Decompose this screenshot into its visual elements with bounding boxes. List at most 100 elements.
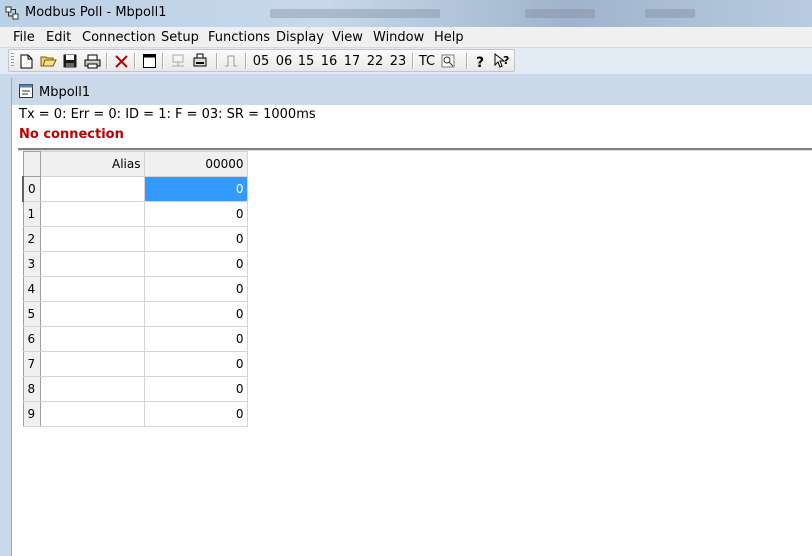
function-code-22-button[interactable]: 22 bbox=[366, 52, 384, 70]
document-icon bbox=[19, 84, 33, 98]
open-folder-icon[interactable] bbox=[39, 52, 57, 70]
register-value-cell[interactable]: 0 bbox=[144, 226, 248, 252]
help-icon[interactable]: ? bbox=[472, 52, 488, 70]
function-code-17-button[interactable]: 17 bbox=[343, 52, 361, 70]
toolbar-separator bbox=[134, 53, 136, 69]
grid-row: 0 0 bbox=[22, 176, 248, 202]
test-center-icon[interactable] bbox=[439, 52, 457, 70]
alias-cell[interactable] bbox=[40, 251, 145, 277]
row-index-header[interactable]: 1 bbox=[22, 201, 41, 227]
mdi-child-window: Mbpoll1 Tx = 0: Err = 0: ID = 1: F = 03:… bbox=[11, 78, 812, 556]
window-title: Modbus Poll - Mbpoll1 bbox=[25, 5, 167, 20]
grid-header-row: Alias 00000 bbox=[22, 151, 248, 177]
menu-file[interactable]: File bbox=[13, 30, 35, 45]
disconnect-icon[interactable] bbox=[113, 52, 129, 70]
row-index-header[interactable]: 5 bbox=[22, 301, 41, 327]
register-value-cell[interactable]: 0 bbox=[144, 276, 248, 302]
toolbar-separator bbox=[216, 53, 218, 69]
alias-cell[interactable] bbox=[40, 276, 145, 302]
function-code-16-button[interactable]: 16 bbox=[320, 52, 338, 70]
alias-cell[interactable] bbox=[40, 301, 145, 327]
register-value-cell[interactable]: 0 bbox=[144, 401, 248, 427]
grid-row: 7 0 bbox=[22, 351, 248, 377]
svg-text:?: ? bbox=[476, 55, 484, 69]
row-index-header[interactable]: 2 bbox=[22, 226, 41, 252]
alias-cell[interactable] bbox=[40, 201, 145, 227]
function-code-15-button[interactable]: 15 bbox=[297, 52, 315, 70]
menu-window[interactable]: Window bbox=[373, 30, 424, 45]
poll-status-line: Tx = 0: Err = 0: ID = 1: F = 03: SR = 10… bbox=[19, 107, 316, 122]
register-value-cell[interactable]: 0 bbox=[144, 176, 248, 202]
toolbar-strip: 05 06 15 16 17 22 23 TC ? ? bbox=[8, 49, 515, 72]
grid-row: 9 0 bbox=[22, 401, 248, 427]
register-grid: Alias 00000 0 0 1 0 2 0 3 0 4 0 5 0 6 0 … bbox=[22, 151, 248, 427]
blurred-background-text bbox=[525, 9, 595, 18]
toolbar-grip[interactable] bbox=[11, 53, 14, 68]
row-index-header[interactable]: 9 bbox=[22, 401, 41, 427]
row-index-header[interactable]: 0 bbox=[22, 176, 41, 202]
alias-cell[interactable] bbox=[40, 351, 145, 377]
menu-functions[interactable]: Functions bbox=[208, 30, 270, 45]
context-help-icon[interactable]: ? bbox=[493, 52, 511, 70]
grid-row: 8 0 bbox=[22, 376, 248, 402]
register-value-cell[interactable]: 0 bbox=[144, 251, 248, 277]
function-code-23-button[interactable]: 23 bbox=[389, 52, 407, 70]
register-value-cell[interactable]: 0 bbox=[144, 301, 248, 327]
app-icon bbox=[5, 6, 19, 20]
alias-cell[interactable] bbox=[40, 326, 145, 352]
alias-column-header[interactable]: Alias bbox=[40, 151, 145, 177]
menu-edit[interactable]: Edit bbox=[46, 30, 71, 45]
toolbar-separator bbox=[245, 53, 247, 69]
menu-help[interactable]: Help bbox=[434, 30, 464, 45]
grid-row: 1 0 bbox=[22, 201, 248, 227]
register-value-cell[interactable]: 0 bbox=[144, 201, 248, 227]
svg-text:?: ? bbox=[503, 54, 509, 67]
row-index-header[interactable]: 8 bbox=[22, 376, 41, 402]
function-code-06-button[interactable]: 06 bbox=[275, 52, 293, 70]
grid-row: 3 0 bbox=[22, 251, 248, 277]
test-center-button[interactable]: TC bbox=[417, 52, 437, 70]
row-index-header[interactable]: 4 bbox=[22, 276, 41, 302]
grid-corner-cell[interactable] bbox=[22, 151, 41, 177]
grid-row: 5 0 bbox=[22, 301, 248, 327]
connection-error-text: No connection bbox=[19, 127, 124, 142]
blurred-background-text bbox=[645, 9, 695, 18]
print-icon[interactable] bbox=[83, 52, 101, 70]
grid-row: 4 0 bbox=[22, 276, 248, 302]
toolbar-separator bbox=[162, 53, 164, 69]
blurred-background-text bbox=[270, 9, 440, 18]
grid-row: 2 0 bbox=[22, 226, 248, 252]
toolbar: 05 06 15 16 17 22 23 TC ? ? bbox=[0, 48, 812, 74]
title-bar[interactable]: Modbus Poll - Mbpoll1 bbox=[0, 0, 812, 27]
menu-display[interactable]: Display bbox=[276, 30, 324, 45]
connect-icon[interactable] bbox=[169, 52, 187, 70]
toolbar-separator bbox=[466, 53, 468, 69]
row-index-header[interactable]: 6 bbox=[22, 326, 41, 352]
row-index-header[interactable]: 3 bbox=[22, 251, 41, 277]
alias-cell[interactable] bbox=[40, 376, 145, 402]
toolbar-separator bbox=[106, 53, 108, 69]
toolbar-separator bbox=[412, 53, 414, 69]
pulse-icon[interactable] bbox=[223, 52, 239, 70]
menu-bar: File Edit Connection Setup Functions Dis… bbox=[0, 27, 812, 48]
function-code-05-button[interactable]: 05 bbox=[252, 52, 270, 70]
menu-connection[interactable]: Connection bbox=[82, 30, 156, 45]
register-value-cell[interactable]: 0 bbox=[144, 376, 248, 402]
child-title-bar[interactable]: Mbpoll1 bbox=[12, 78, 812, 105]
register-value-cell[interactable]: 0 bbox=[144, 326, 248, 352]
child-window-body: Tx = 0: Err = 0: ID = 1: F = 03: SR = 10… bbox=[18, 105, 812, 556]
alias-cell[interactable] bbox=[40, 226, 145, 252]
menu-view[interactable]: View bbox=[332, 30, 363, 45]
save-icon[interactable] bbox=[61, 52, 78, 70]
window-icon[interactable] bbox=[141, 52, 157, 70]
alias-cell[interactable] bbox=[40, 401, 145, 427]
grid-row: 6 0 bbox=[22, 326, 248, 352]
menu-setup[interactable]: Setup bbox=[161, 30, 199, 45]
read-device-icon[interactable] bbox=[191, 52, 209, 70]
row-index-header[interactable]: 7 bbox=[22, 351, 41, 377]
register-value-cell[interactable]: 0 bbox=[144, 351, 248, 377]
new-document-icon[interactable] bbox=[18, 52, 34, 70]
register-00000-column-header[interactable]: 00000 bbox=[144, 151, 248, 177]
alias-cell[interactable] bbox=[40, 176, 145, 202]
child-window-title: Mbpoll1 bbox=[39, 85, 91, 100]
